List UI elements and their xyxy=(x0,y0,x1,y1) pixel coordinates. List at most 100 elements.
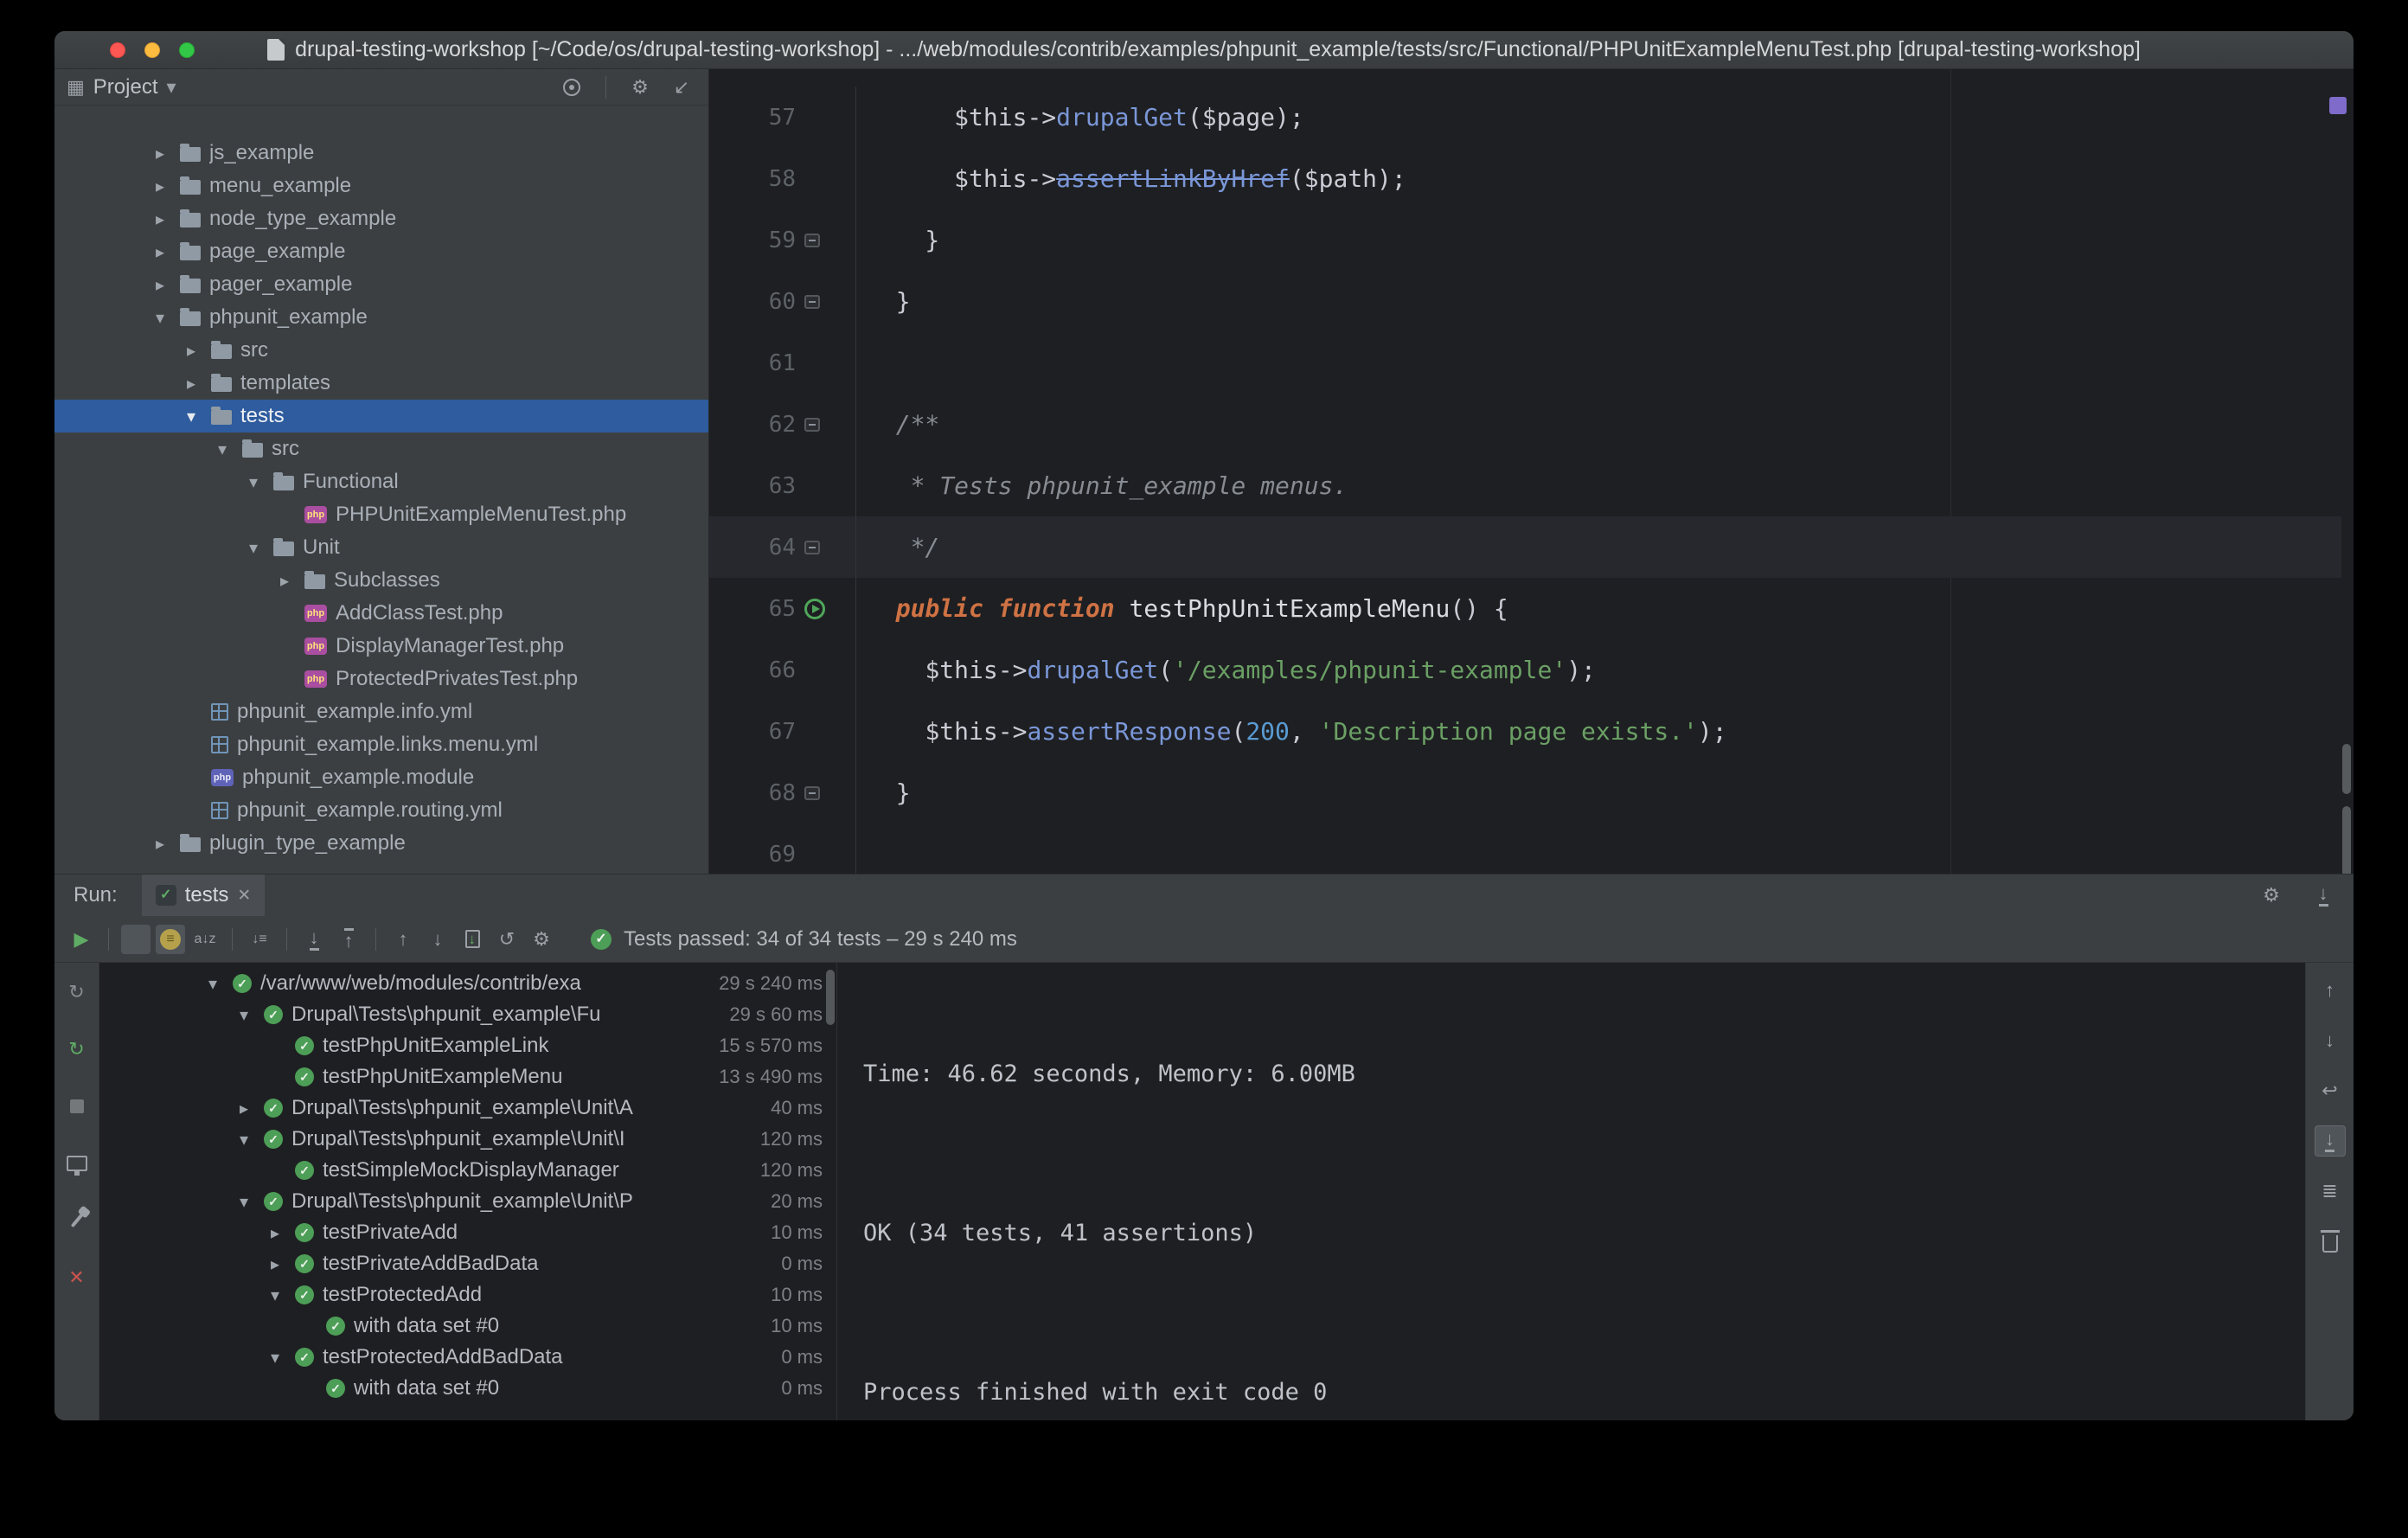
pin-tab-icon[interactable] xyxy=(61,1205,93,1236)
chevron-right-icon[interactable]: ▸ xyxy=(149,241,171,263)
expand-all-button[interactable]: ↓ xyxy=(299,925,329,954)
project-tree-item[interactable]: ▸phpDisplayManagerTest.php xyxy=(54,630,708,663)
test-tree-item[interactable]: ▸testPhpUnitExampleMenu13 s 490 ms xyxy=(99,1061,836,1093)
chevron-right-icon[interactable]: ▸ xyxy=(264,1253,286,1275)
test-tree-item[interactable]: ▸testPhpUnitExampleLink15 s 570 ms xyxy=(99,1030,836,1061)
tab-tests[interactable]: tests ✕ xyxy=(141,875,266,916)
test-tree-item[interactable]: ▾ Drupal\Tests\phpunit_example\Unit\I 120 … xyxy=(99,1124,836,1155)
code-line[interactable]: } xyxy=(856,226,2341,254)
minimize-window-button[interactable] xyxy=(144,42,160,58)
chevron-down-icon[interactable]: ▾ xyxy=(233,1129,255,1150)
project-panel-title[interactable]: Project xyxy=(93,75,158,99)
stop-icon[interactable] xyxy=(61,1091,93,1122)
chevron-down-icon[interactable]: ▾ xyxy=(264,1285,286,1306)
dock-pin-icon[interactable]: ↓ xyxy=(2309,881,2338,910)
chevron-down-icon[interactable]: ▾ xyxy=(233,1004,255,1026)
project-tree-item[interactable]: ▸phpphpunit_example.module xyxy=(54,761,708,794)
show-ignored-toggle[interactable] xyxy=(156,924,185,954)
fold-marker-icon[interactable] xyxy=(804,540,820,554)
chevron-right-icon[interactable]: ▸ xyxy=(149,176,171,197)
project-tree-item[interactable]: ▾ tests xyxy=(54,400,708,433)
next-occurrence-button[interactable]: ↓ xyxy=(423,925,452,954)
project-tree-item[interactable]: ▸phpunit_example.info.yml xyxy=(54,695,708,728)
select-opened-file-icon[interactable] xyxy=(557,73,586,102)
project-tree-item[interactable]: ▸ menu_example xyxy=(54,170,708,202)
close-tab-icon[interactable]: ✕ xyxy=(237,886,251,906)
project-tree-item[interactable]: ▸ plugin_type_example xyxy=(54,827,708,860)
code-line[interactable]: $this->assertResponse(200, 'Description … xyxy=(856,717,2341,746)
chevron-down-icon[interactable]: ▾ xyxy=(149,307,171,329)
chevron-right-icon[interactable]: ▸ xyxy=(273,570,296,592)
scroll-to-end-icon[interactable]: ↓ xyxy=(2314,1125,2346,1157)
project-tree-item[interactable]: ▸ node_type_example xyxy=(54,202,708,235)
project-tree-item[interactable]: ▾ src xyxy=(54,433,708,465)
project-tree-item[interactable]: ▸phpunit_example.links.menu.yml xyxy=(54,728,708,761)
fold-marker-icon[interactable] xyxy=(804,233,820,247)
rerun-failed-tests-icon[interactable]: ↻ xyxy=(61,1034,93,1065)
project-tree-item[interactable]: ▸phpAddClassTest.php xyxy=(54,597,708,630)
editor-scrollbar-thumb[interactable] xyxy=(2342,806,2351,874)
rerun-tests-button[interactable]: ▶ xyxy=(67,925,96,954)
project-tree-item[interactable]: ▸ pager_example xyxy=(54,268,708,301)
chevron-right-icon[interactable]: ▸ xyxy=(149,833,171,855)
test-runner-settings-gear-button[interactable]: ⚙ xyxy=(527,925,556,954)
fold-marker-icon[interactable] xyxy=(804,294,820,309)
sort-by-duration-button[interactable]: ↓≡ xyxy=(245,925,274,954)
project-tree-item[interactable]: ▾ Unit xyxy=(54,531,708,564)
project-tree-item[interactable]: ▸phpProtectedPrivatesTest.php xyxy=(54,663,708,695)
chevron-right-icon[interactable]: ▸ xyxy=(264,1222,286,1244)
project-tree-item[interactable]: ▸ page_example xyxy=(54,235,708,268)
code-line[interactable]: */ xyxy=(856,533,2341,561)
test-tree-item[interactable]: ▾ testProtectedAddBadData 0 ms xyxy=(99,1342,836,1373)
test-tree-item[interactable]: ▾ testProtectedAdd 10 ms xyxy=(99,1279,836,1311)
test-tree-item[interactable]: ▾ Drupal\Tests\phpunit_example\Fu 29 s 60 … xyxy=(99,999,836,1030)
zoom-window-button[interactable] xyxy=(179,42,195,58)
code-line[interactable]: } xyxy=(856,287,2341,316)
code-line[interactable]: public function testPhpUnitExampleMenu()… xyxy=(856,594,2341,623)
show-passed-toggle[interactable] xyxy=(121,924,150,954)
project-tree-item[interactable]: ▸phpunit_example.routing.yml xyxy=(54,794,708,827)
project-tree-item[interactable]: ▸ js_example xyxy=(54,137,708,170)
chevron-right-icon[interactable]: ▸ xyxy=(149,143,171,164)
close-icon[interactable]: ✕ xyxy=(61,1262,93,1293)
chevron-right-icon[interactable]: ▸ xyxy=(180,373,202,394)
chevron-down-icon[interactable]: ▾ xyxy=(180,406,202,427)
code-line[interactable]: } xyxy=(856,779,2341,807)
chevron-right-icon[interactable]: ▸ xyxy=(149,208,171,230)
clear-all-icon[interactable] xyxy=(2315,1226,2346,1257)
run-test-icon[interactable] xyxy=(804,598,825,619)
test-tree-item[interactable]: ▸ testPrivateAdd 10 ms xyxy=(99,1217,836,1248)
chevron-down-icon[interactable]: ▾ xyxy=(167,77,176,97)
fold-marker-icon[interactable] xyxy=(804,785,820,800)
project-tree-item[interactable]: ▸ src xyxy=(54,334,708,367)
test-tree-item[interactable]: ▸with data set #010 ms xyxy=(99,1311,836,1342)
test-tree-item[interactable]: ▸ testPrivateAddBadData 0 ms xyxy=(99,1248,836,1279)
chevron-down-icon[interactable]: ▾ xyxy=(233,1191,255,1213)
settings-gear-icon[interactable]: ⚙ xyxy=(2257,881,2286,910)
chevron-right-icon[interactable]: ▸ xyxy=(233,1098,255,1119)
test-tree-item[interactable]: ▾ /var/www/web/modules/contrib/exa 29 s 24… xyxy=(99,968,836,999)
chevron-down-icon[interactable]: ▾ xyxy=(202,973,224,995)
chevron-down-icon[interactable]: ▾ xyxy=(242,471,265,493)
close-window-button[interactable] xyxy=(110,42,125,58)
down-stacktrace-icon[interactable]: ↓ xyxy=(2315,1025,2346,1056)
chevron-right-icon[interactable]: ▸ xyxy=(180,340,202,362)
code-line[interactable]: /** xyxy=(856,410,2341,439)
previous-occurrence-button[interactable]: ↑ xyxy=(388,925,418,954)
tree-scrollbar-thumb[interactable] xyxy=(826,970,835,1025)
chevron-down-icon[interactable]: ▾ xyxy=(264,1347,286,1368)
import-test-results-button[interactable] xyxy=(458,925,487,954)
chevron-down-icon[interactable]: ▾ xyxy=(242,537,265,559)
project-tree-item[interactable]: ▸ templates xyxy=(54,367,708,400)
test-results-console-icon[interactable] xyxy=(61,1148,93,1179)
test-tree-item[interactable]: ▸testSimpleMockDisplayManager120 ms xyxy=(99,1155,836,1186)
code-line[interactable]: * Tests phpunit_example menus. xyxy=(856,471,2341,500)
code-line[interactable]: $this->assertLinkByHref($path); xyxy=(856,164,2341,193)
code-line[interactable]: $this->drupalGet('/examples/phpunit-exam… xyxy=(856,656,2341,684)
collapse-all-button[interactable]: ↑ xyxy=(334,925,363,954)
print-icon[interactable]: ≣ xyxy=(2315,1176,2346,1207)
code-line[interactable]: $this->drupalGet($page); xyxy=(856,103,2341,131)
chevron-right-icon[interactable]: ▸ xyxy=(149,274,171,296)
settings-gear-icon[interactable]: ⚙ xyxy=(625,73,655,102)
up-stacktrace-icon[interactable]: ↑ xyxy=(2315,975,2346,1006)
